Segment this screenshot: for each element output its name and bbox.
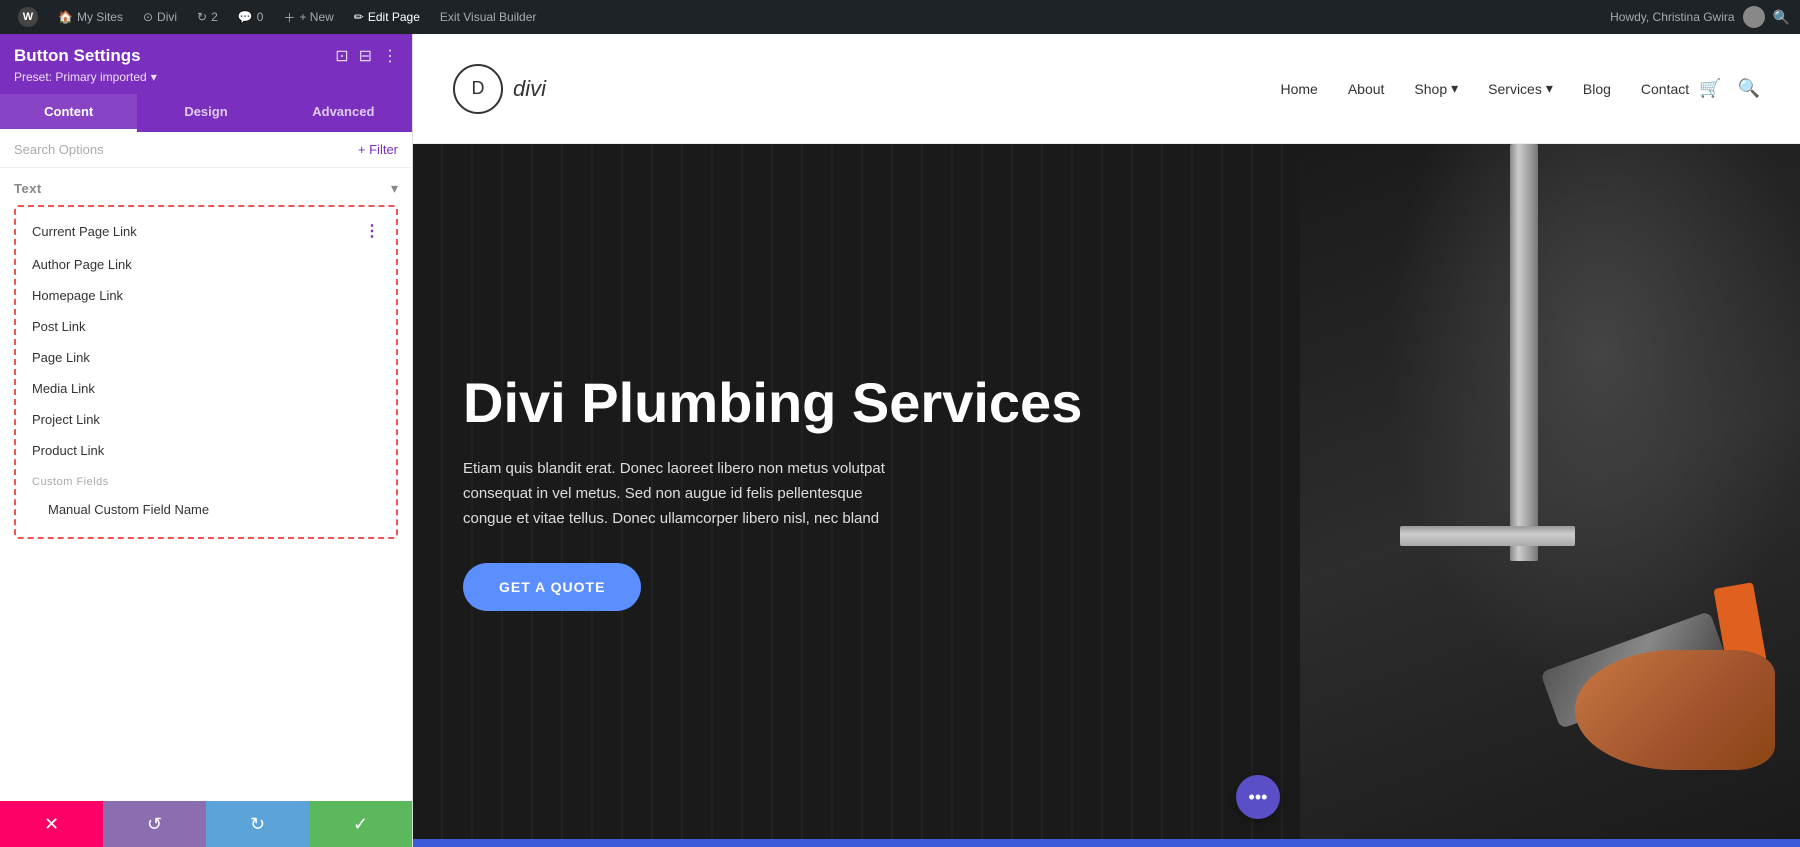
responsive-icon[interactable]: ⊡ (335, 46, 348, 66)
search-nav-icon[interactable]: 🔍 (1738, 78, 1760, 99)
redo-button[interactable]: ↻ (206, 801, 309, 847)
wordpress-logo: W (18, 7, 38, 27)
panel-header: Button Settings ⊡ ⊟ ⋮ Preset: Primary im… (0, 34, 412, 94)
text-section-title: Text (14, 181, 42, 196)
site-header: D divi Home About Shop ▾ Services ▾ (413, 34, 1800, 144)
fab-button[interactable]: ••• (1236, 775, 1280, 819)
list-item[interactable]: Author Page Link (16, 249, 396, 280)
custom-fields-label: Custom Fields (32, 476, 380, 488)
hero-left: Divi Plumbing Services Etiam quis blandi… (413, 144, 1300, 839)
text-section-chevron: ▾ (391, 180, 398, 197)
cancel-button[interactable]: ✕ (0, 801, 103, 847)
logo-circle: D (453, 64, 503, 114)
hero-image (1300, 144, 1800, 839)
panel-header-top: Button Settings ⊡ ⊟ ⋮ (14, 46, 398, 66)
nav-shop[interactable]: Shop ▾ (1414, 80, 1458, 97)
admin-bar-loop[interactable]: ↻ 2 (189, 0, 226, 34)
admin-bar-wp-logo[interactable]: W (10, 0, 46, 34)
list-item[interactable]: Current Page Link ⋮ (16, 213, 396, 249)
shop-dropdown-icon: ▾ (1451, 80, 1458, 97)
pipe-visual (1510, 144, 1538, 561)
nav-contact[interactable]: Contact (1641, 81, 1689, 97)
list-item[interactable]: Homepage Link (16, 280, 396, 311)
hand-visual (1575, 650, 1775, 770)
nav-icons: 🛒 🔍 (1699, 78, 1760, 99)
plumbing-image (1300, 144, 1800, 839)
hero-description: Etiam quis blandit erat. Donec laoreet l… (463, 457, 903, 531)
nav-services[interactable]: Services ▾ (1488, 80, 1553, 97)
chevron-down-icon: ▾ (151, 70, 157, 84)
admin-bar-right: Howdy, Christina Gwira 🔍 (1610, 6, 1790, 28)
hero-cta-button[interactable]: GET A QUOTE (463, 563, 641, 611)
site-logo: D divi (453, 64, 546, 114)
admin-bar-new[interactable]: ＋ + New (275, 0, 341, 34)
panel-header-icons: ⊡ ⊟ ⋮ (335, 46, 398, 66)
admin-username: Howdy, Christina Gwira (1610, 10, 1734, 24)
services-dropdown-icon: ▾ (1546, 80, 1553, 97)
nav-about[interactable]: About (1348, 81, 1385, 97)
tab-design[interactable]: Design (137, 94, 274, 132)
admin-bar-edit-page[interactable]: ✏ Edit Page (346, 0, 428, 34)
list-item[interactable]: Post Link (16, 311, 396, 342)
preview-area: D divi Home About Shop ▾ Services ▾ (413, 34, 1800, 847)
plus-icon: ＋ (283, 9, 295, 26)
blue-bar (413, 839, 1800, 847)
custom-fields-section: Custom Fields Manual Custom Field Name (16, 466, 396, 531)
loop-icon: ↻ (197, 10, 207, 24)
save-button[interactable]: ✓ (309, 801, 412, 847)
list-item[interactable]: Page Link (16, 342, 396, 373)
search-options-bar: Search Options + Filter (0, 132, 412, 168)
custom-field-item[interactable]: Manual Custom Field Name (32, 494, 380, 525)
text-section-header[interactable]: Text ▾ (0, 168, 412, 205)
tab-content[interactable]: Content (0, 94, 137, 132)
wp-admin-bar: W 🏠 My Sites ⊙ Divi ↻ 2 💬 0 ＋ + New ✏ Ed… (0, 0, 1800, 34)
logo-text: divi (513, 76, 546, 102)
admin-bar-comments[interactable]: 💬 0 (230, 0, 272, 34)
left-panel: Button Settings ⊡ ⊟ ⋮ Preset: Primary im… (0, 34, 413, 847)
cart-icon[interactable]: 🛒 (1699, 78, 1721, 99)
divi-icon: ⊙ (143, 10, 153, 24)
tab-advanced[interactable]: Advanced (275, 94, 412, 132)
list-item[interactable]: Media Link (16, 373, 396, 404)
panel-title: Button Settings (14, 46, 141, 66)
more-icon[interactable]: ⋮ (382, 46, 398, 66)
layout-icon[interactable]: ⊟ (359, 46, 372, 66)
list-item[interactable]: Product Link (16, 435, 396, 466)
search-icon[interactable]: 🔍 (1773, 9, 1790, 26)
nav-home[interactable]: Home (1280, 81, 1317, 97)
comment-icon: 💬 (238, 10, 253, 24)
admin-bar-exit-builder[interactable]: Exit Visual Builder (432, 0, 545, 34)
item-options-icon[interactable]: ⋮ (364, 221, 380, 241)
pipe-horizontal-visual (1400, 526, 1575, 546)
admin-bar-divi[interactable]: ⊙ Divi (135, 0, 185, 34)
filter-button[interactable]: + Filter (358, 142, 398, 157)
list-item[interactable]: Project Link (16, 404, 396, 435)
house-icon: 🏠 (58, 10, 73, 24)
site-nav: Home About Shop ▾ Services ▾ Blog Contac (1280, 80, 1689, 97)
panel-preset[interactable]: Preset: Primary imported ▾ (14, 70, 398, 84)
hero-section: Divi Plumbing Services Etiam quis blandi… (413, 144, 1800, 839)
hero-title: Divi Plumbing Services (463, 372, 1250, 434)
undo-button[interactable]: ↺ (103, 801, 206, 847)
link-options-list: Current Page Link ⋮ Author Page Link Hom… (14, 205, 398, 539)
pencil-icon: ✏ (354, 10, 364, 24)
admin-avatar (1743, 6, 1765, 28)
bottom-buttons: ✕ ↺ ↻ ✓ (0, 801, 412, 847)
panel-tabs: Content Design Advanced (0, 94, 412, 132)
main-layout: Button Settings ⊡ ⊟ ⋮ Preset: Primary im… (0, 34, 1800, 847)
nav-blog[interactable]: Blog (1583, 81, 1611, 97)
search-options-label: Search Options (14, 142, 104, 157)
admin-bar-items: W 🏠 My Sites ⊙ Divi ↻ 2 💬 0 ＋ + New ✏ Ed… (10, 0, 1604, 34)
admin-bar-my-sites[interactable]: 🏠 My Sites (50, 0, 131, 34)
